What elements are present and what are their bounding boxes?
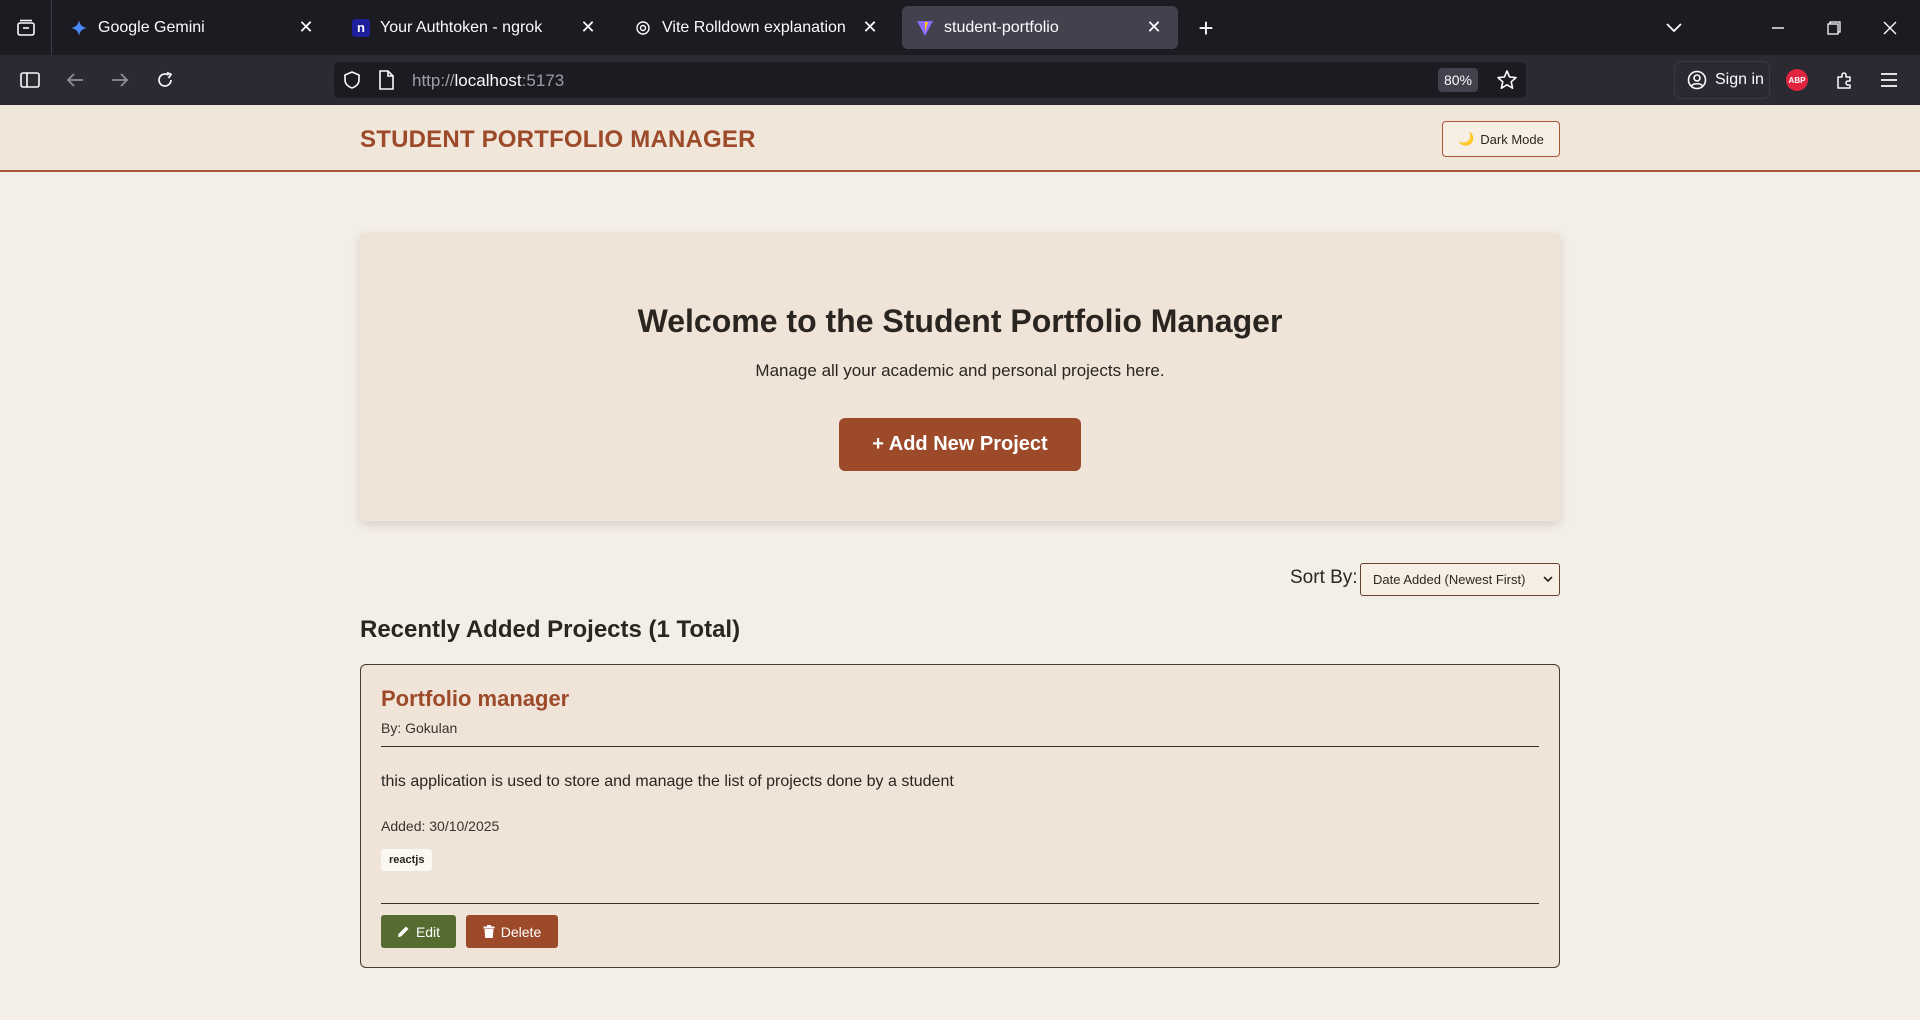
sign-in-button[interactable]: Sign in <box>1674 61 1770 99</box>
delete-label: Delete <box>500 923 542 940</box>
url-text[interactable]: http://localhost:5173 <box>412 71 564 91</box>
divider <box>381 903 1539 904</box>
tab-google-gemini[interactable]: Google Gemini ✕ <box>56 6 330 49</box>
delete-button[interactable]: Delete <box>466 915 558 948</box>
tab-title: Google Gemini <box>98 18 205 36</box>
sort-selected-value: Date Added (Newest First) <box>1373 572 1526 587</box>
new-tab-icon[interactable]: + <box>1192 13 1220 43</box>
menu-hamburger-icon[interactable] <box>1872 63 1906 97</box>
hero-subtitle: Manage all your academic and personal pr… <box>755 361 1165 380</box>
project-tag: reactjs <box>381 849 433 871</box>
gemini-icon <box>70 19 88 37</box>
reload-icon[interactable] <box>148 63 182 97</box>
close-window-icon[interactable] <box>1872 10 1908 46</box>
close-icon[interactable]: ✕ <box>1144 17 1164 38</box>
pencil-icon <box>397 925 410 938</box>
minimize-icon[interactable] <box>1760 10 1796 46</box>
adblock-plus-icon[interactable]: ABP <box>1786 69 1808 91</box>
openai-icon <box>634 19 652 37</box>
tab-vite-rolldown[interactable]: Vite Rolldown explanation ✕ <box>620 6 894 49</box>
url-bar[interactable]: http://localhost:5173 80% <box>334 62 1526 98</box>
project-description: this application is used to store and ma… <box>381 773 954 790</box>
trash-icon <box>483 925 495 938</box>
close-icon[interactable]: ✕ <box>296 17 316 38</box>
tab-overflow-chevron-icon[interactable] <box>1656 10 1692 46</box>
sort-by-label: Sort By: <box>1290 567 1358 588</box>
close-icon[interactable]: ✕ <box>578 17 598 38</box>
edit-label: Edit <box>415 923 441 940</box>
chevron-down-icon <box>1543 572 1553 586</box>
tab-ngrok[interactable]: n Your Authtoken - ngrok ✕ <box>338 6 612 49</box>
hero-title: Welcome to the Student Portfolio Manager <box>637 303 1283 339</box>
tab-title: Vite Rolldown explanation <box>662 18 846 36</box>
project-author: By: Gokulan <box>381 720 458 736</box>
sign-in-label: Sign in <box>1715 71 1764 88</box>
page-info-icon[interactable] <box>378 70 394 95</box>
tab-student-portfolio[interactable]: student-portfolio ✕ <box>902 6 1178 49</box>
close-icon[interactable]: ✕ <box>860 17 880 38</box>
divider <box>381 746 1539 747</box>
welcome-hero: Welcome to the Student Portfolio Manager… <box>360 233 1560 521</box>
tab-title: student-portfolio <box>944 18 1059 36</box>
edit-button[interactable]: Edit <box>381 915 456 948</box>
dark-mode-button[interactable]: 🌙 Dark Mode <box>1442 121 1560 157</box>
moon-icon: 🌙 <box>1458 131 1475 146</box>
vite-icon <box>916 19 934 37</box>
account-icon <box>1687 70 1707 90</box>
browser-toolbar: http://localhost:5173 80% Sign in ABP <box>0 55 1920 105</box>
restore-icon[interactable] <box>1816 10 1852 46</box>
app-header: STUDENT PORTFOLIO MANAGER 🌙 Dark Mode <box>0 105 1920 172</box>
dark-mode-label: Dark Mode <box>1480 131 1544 147</box>
add-new-project-button[interactable]: + Add New Project <box>839 418 1081 471</box>
project-added-date: Added: 30/10/2025 <box>381 818 500 834</box>
forward-arrow-icon[interactable] <box>103 63 137 97</box>
tab-list-icon[interactable] <box>0 0 52 55</box>
sidebar-toggle-icon[interactable] <box>13 63 47 97</box>
zoom-level[interactable]: 80% <box>1438 68 1478 92</box>
bookmark-star-icon[interactable] <box>1496 69 1518 96</box>
project-card: Portfolio manager By: Gokulan this appli… <box>360 664 1560 968</box>
back-arrow-icon[interactable] <box>58 63 92 97</box>
projects-section-title: Recently Added Projects (1 Total) <box>360 616 741 643</box>
shield-icon[interactable] <box>342 70 362 95</box>
extensions-puzzle-icon[interactable] <box>1828 63 1862 97</box>
sort-by-select[interactable]: Date Added (Newest First) <box>1360 563 1560 596</box>
ngrok-icon: n <box>352 18 370 37</box>
app-brand[interactable]: STUDENT PORTFOLIO MANAGER <box>360 126 756 154</box>
tab-title: Your Authtoken - ngrok <box>380 18 543 36</box>
project-title: Portfolio manager <box>381 686 570 711</box>
